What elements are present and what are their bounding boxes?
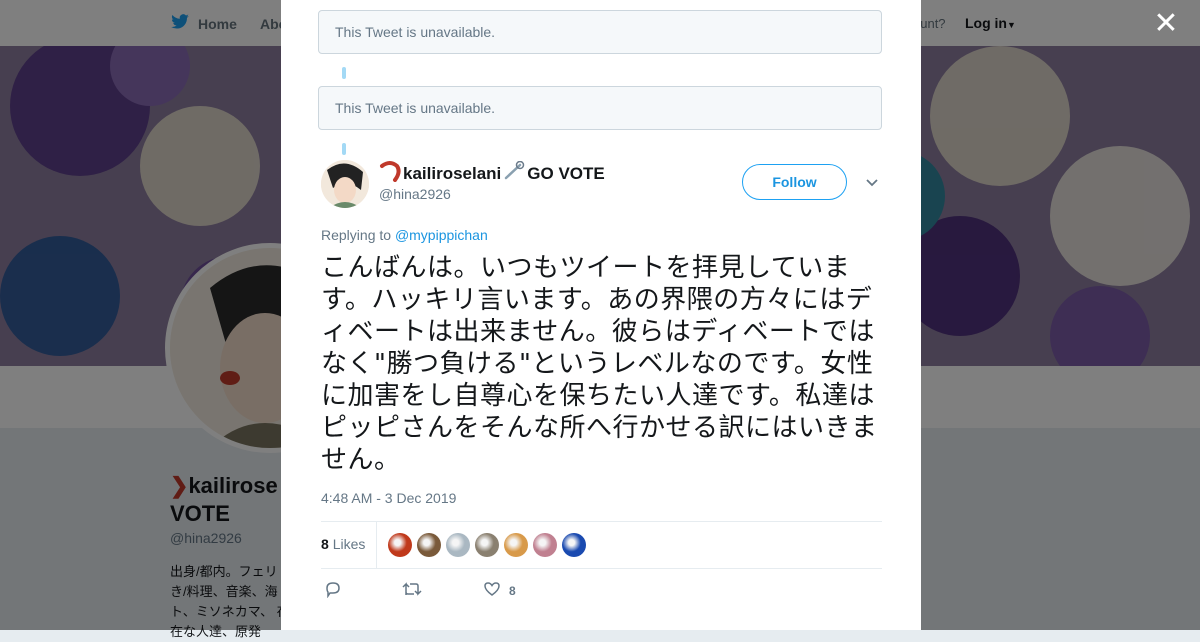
reply-button[interactable] — [324, 580, 342, 601]
liker-avatar[interactable] — [475, 533, 499, 557]
like-button[interactable]: 8 — [483, 580, 516, 601]
tweet-timestamp[interactable]: 4:48 AM - 3 Dec 2019 — [321, 490, 456, 506]
follow-button[interactable]: Follow — [742, 164, 847, 200]
liker-avatar[interactable] — [562, 533, 586, 557]
liker-avatar[interactable] — [388, 533, 412, 557]
close-icon[interactable]: ✕ — [1152, 9, 1180, 39]
retweet-button[interactable] — [401, 580, 423, 601]
display-name-suffix: GO VOTE — [527, 163, 605, 183]
likes-count[interactable]: 8 Likes — [321, 536, 365, 552]
unavailable-tweet-1: This Tweet is unavailable. — [318, 10, 882, 54]
liker-avatar[interactable] — [533, 533, 557, 557]
reply-icon — [324, 580, 342, 601]
chevron-down-icon[interactable] — [865, 176, 879, 190]
tweet-author-name[interactable]: kailiroselani GO VOTE — [379, 160, 605, 187]
replying-to: Replying to @mypippichan — [321, 227, 488, 243]
replying-prefix: Replying to — [321, 227, 392, 243]
like-count: 8 — [509, 583, 516, 598]
safety-pin-icon — [503, 160, 525, 186]
heart-icon — [483, 580, 501, 601]
liker-avatar[interactable] — [417, 533, 441, 557]
replying-to-link[interactable]: @mypippichan — [395, 227, 488, 243]
tweet-author-avatar[interactable] — [321, 160, 369, 208]
thread-connector — [342, 143, 346, 155]
tweet-permalink-modal: This Tweet is unavailable. This Tweet is… — [281, 0, 921, 630]
liker-avatars — [388, 533, 586, 557]
likes-label: Likes — [332, 536, 366, 552]
tweet-text: こんばんは。いつもツイートを拝見しています。ハッキリ言います。あの界隈の方々には… — [321, 253, 878, 475]
red-shrimp-icon — [379, 160, 401, 187]
tweet-actions: 8 — [321, 580, 621, 602]
liker-avatar[interactable] — [446, 533, 470, 557]
liker-avatar[interactable] — [504, 533, 528, 557]
stats-divider — [376, 522, 377, 568]
unavailable-tweet-2: This Tweet is unavailable. — [318, 86, 882, 130]
retweet-icon — [401, 580, 423, 601]
tweet-stats: 8 Likes — [321, 521, 882, 569]
author-avatar-illustration — [321, 160, 369, 208]
display-name-text: kailiroselani — [403, 163, 502, 183]
likes-number: 8 — [321, 536, 329, 552]
tweet-author-handle[interactable]: @hina2926 — [379, 186, 451, 202]
thread-connector — [342, 67, 346, 79]
